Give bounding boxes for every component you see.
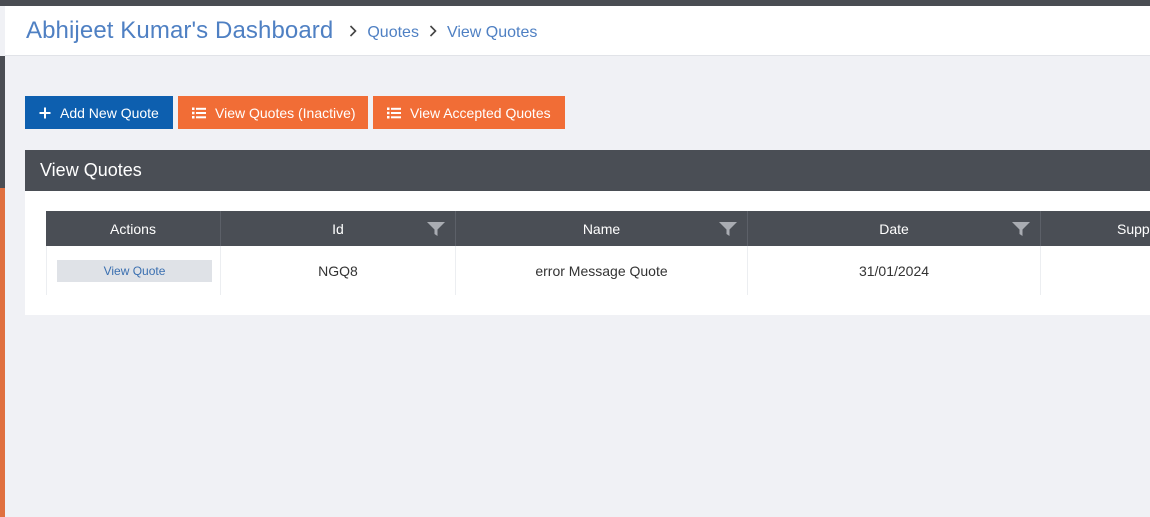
grid-header: Actions Id Name Date Supp: [46, 211, 1150, 246]
add-new-quote-button[interactable]: Add New Quote: [25, 96, 173, 129]
column-header-label: Id: [332, 220, 344, 237]
table-row: View Quote NGQ8 error Message Quote 31/0…: [46, 246, 1150, 295]
view-inactive-quotes-button[interactable]: View Quotes (Inactive): [178, 96, 368, 129]
view-accepted-quotes-button[interactable]: View Accepted Quotes: [373, 96, 565, 129]
panel-title: View Quotes: [25, 150, 1150, 191]
column-header-name[interactable]: Name: [456, 211, 748, 246]
breadcrumb-view-quotes[interactable]: View Quotes: [447, 24, 537, 42]
list-icon: [192, 107, 206, 119]
sidebar-edge-dark: [0, 56, 5, 188]
column-header-id[interactable]: Id: [221, 211, 456, 246]
add-new-quote-label: Add New Quote: [60, 104, 159, 121]
view-quote-button[interactable]: View Quote: [57, 259, 212, 282]
column-header-actions: Actions: [46, 211, 221, 246]
filter-icon[interactable]: [1012, 222, 1030, 239]
column-header-label: Actions: [110, 220, 156, 237]
column-header-label: Supp: [1117, 220, 1150, 237]
cell-date: 31/01/2024: [748, 246, 1041, 295]
view-quotes-panel: View Quotes Actions Id Name Date Supp Vi…: [25, 150, 1150, 315]
column-header-date[interactable]: Date: [748, 211, 1041, 246]
view-inactive-quotes-label: View Quotes (Inactive): [215, 104, 356, 121]
filter-icon[interactable]: [427, 222, 445, 239]
cell-actions: View Quote: [46, 246, 221, 295]
quotes-grid: Actions Id Name Date Supp View Quote NGQ…: [46, 211, 1150, 295]
view-accepted-quotes-label: View Accepted Quotes: [410, 104, 551, 121]
column-header-supplier[interactable]: Supp: [1041, 211, 1150, 246]
cell-name: error Message Quote: [456, 246, 748, 295]
list-icon: [387, 107, 401, 119]
cell-supplier: [1041, 246, 1150, 295]
filter-icon[interactable]: [719, 222, 737, 239]
sidebar-edge: [0, 188, 5, 517]
cell-id: NGQ8: [221, 246, 456, 295]
action-buttons: Add New Quote View Quotes (Inactive) Vie…: [25, 96, 565, 129]
chevron-right-icon: [429, 24, 437, 37]
column-header-label: Date: [879, 220, 909, 237]
page-header: Abhijeet Kumar's Dashboard Quotes View Q…: [5, 6, 1150, 56]
chevron-right-icon: [349, 24, 357, 37]
breadcrumb-quotes[interactable]: Quotes: [367, 24, 419, 42]
page-title: Abhijeet Kumar's Dashboard: [26, 16, 334, 44]
column-header-label: Name: [582, 220, 621, 237]
plus-icon: [39, 107, 51, 119]
